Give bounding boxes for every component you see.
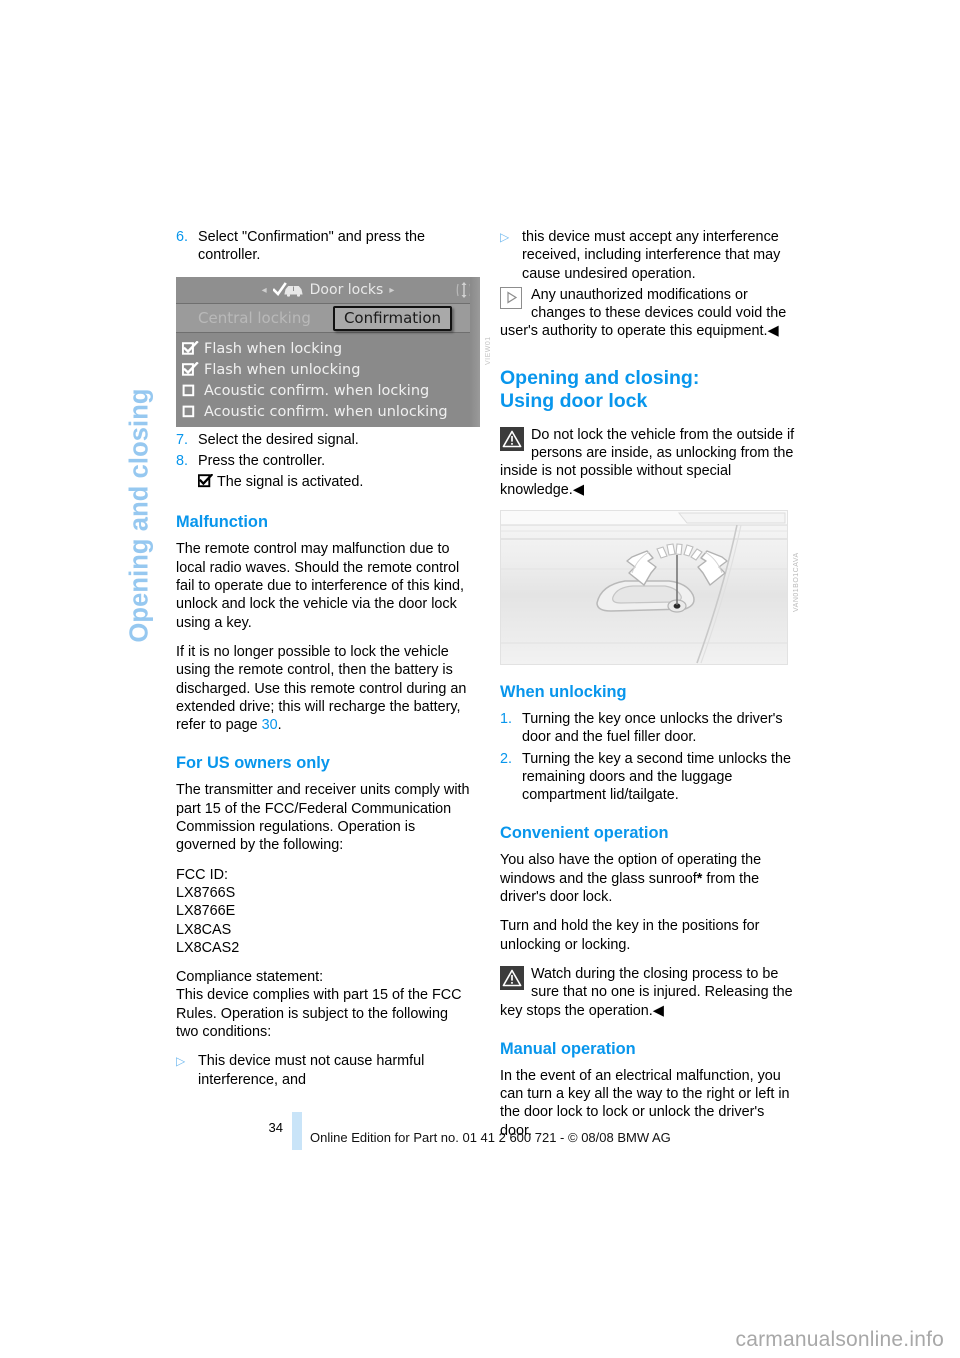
unlock-step-2-number: 2. — [500, 750, 513, 767]
warning-text: Watch during the closing process to be s… — [500, 965, 793, 1019]
page-reference-link[interactable]: 30 — [262, 717, 278, 733]
convenient-operation-paragraph-1: You also have the option of operating th… — [500, 851, 798, 906]
fcc-id-3: LX8CAS — [176, 921, 232, 938]
idrive-list-item-label: Acoustic confirm. when locking — [204, 382, 430, 399]
idrive-title-text: Door locks — [309, 282, 384, 298]
note-text: Any unauthorized modifications or change… — [500, 286, 787, 340]
car-lock-icon — [272, 282, 303, 298]
checkbox-checked-icon[interactable] — [182, 341, 200, 356]
step-8-result: The signal is activated. — [197, 473, 474, 493]
step-8-number: 8. — [176, 452, 189, 469]
note-endmark: ◀ — [767, 323, 779, 340]
compliance-bullet-2: ▷ this device must accept any interferen… — [500, 228, 798, 283]
step-6: 6. Select "Confirmation" and press the c… — [176, 228, 474, 265]
heading-line-2: Using door lock — [500, 390, 648, 413]
idrive-list-item-label: Acoustic confirm. when unlocking — [204, 403, 448, 420]
idrive-scroll-edge — [470, 277, 480, 427]
convenient-operation-paragraph-2: Turn and hold the key in the positions f… — [500, 918, 760, 953]
page-footer: 34 Online Edition for Part no. 01 41 2 6… — [176, 1112, 796, 1152]
door-lock-image-caption: VAN01BO1CAVA — [793, 552, 800, 612]
unlock-step-2: 2. Turning the key a second time unlocks… — [500, 750, 798, 805]
warning-endmark: ◀ — [572, 481, 584, 498]
checkbox-checked-icon — [197, 473, 214, 493]
checkbox-checked-icon[interactable] — [182, 362, 200, 377]
unlock-step-2-text: Turning the key a second time unlocks th… — [522, 750, 792, 804]
idrive-list-item[interactable]: Flash when unlocking — [182, 359, 480, 380]
fcc-id-1: LX8766S — [176, 884, 236, 901]
footer-accent-bar — [292, 1112, 302, 1150]
door-lock-illustration — [500, 510, 788, 665]
malfunction-paragraph-1: The remote control may malfunction due t… — [176, 541, 464, 631]
compliance-bullet-1-text: This device must not cause harmful inter… — [198, 1053, 425, 1088]
idrive-titlebar: ◂ Door locks ▸ — [176, 277, 480, 304]
warning-do-not-lock-vehicle: Do not lock the vehicle from the outside… — [500, 426, 798, 499]
chapter-tab: Opening and closing — [118, 228, 162, 648]
idrive-list-item[interactable]: Flash when locking — [182, 338, 480, 359]
right-column: ▷ this device must accept any interferen… — [500, 228, 798, 1151]
idrive-list-item-label: Flash when locking — [204, 340, 343, 357]
idrive-image-caption: VIEW01 — [485, 336, 492, 365]
triangle-bullet-icon: ▷ — [500, 230, 510, 244]
compliance-bullet-1: ▷ This device must not cause harmful int… — [176, 1052, 474, 1089]
heading-manual-operation: Manual operation — [500, 1039, 636, 1058]
checkbox-unchecked-icon[interactable] — [182, 404, 200, 419]
step-8-text: Press the controller. — [198, 452, 326, 469]
note-unauthorized-modifications: Any unauthorized modifications or change… — [500, 286, 798, 341]
note-triangle-icon — [500, 286, 524, 311]
step-7-text: Select the desired signal. — [198, 431, 359, 448]
fcc-id-4: LX8CAS2 — [176, 939, 240, 956]
idrive-list-item-label: Flash when unlocking — [204, 361, 361, 378]
malfunction-paragraph-2: If it is no longer possible to lock the … — [176, 643, 474, 734]
fcc-id-label: FCC ID: — [176, 866, 228, 883]
manual-page: Opening and closing 6. Select "Confirmat… — [0, 0, 960, 1358]
chapter-title: Opening and closing — [125, 388, 154, 643]
compliance-statement-label: Compliance statement: — [176, 969, 324, 986]
warning-text: Do not lock the vehicle from the outside… — [500, 426, 795, 498]
fcc-id-2: LX8766E — [176, 903, 236, 920]
warning-watch-during-closing: Watch during the closing process to be s… — [500, 965, 798, 1020]
warning-triangle-icon — [500, 426, 524, 451]
idrive-tab-confirmation[interactable]: Confirmation — [332, 306, 452, 331]
idrive-screenshot: ◂ Door locks ▸ Central locking Confirmat… — [176, 277, 480, 427]
compliance-bullet-2-text: this device must accept any interference… — [522, 229, 781, 282]
triangle-bullet-icon: ▷ — [176, 1054, 186, 1069]
step-8-result-text: The signal is activated. — [217, 474, 364, 491]
malfunction-p2-a: If it is no longer possible to lock the … — [176, 643, 467, 734]
page-number: 34 — [268, 1120, 283, 1135]
site-watermark: carmanualsonline.info — [735, 1328, 944, 1351]
heading-line-1: Opening and closing: — [500, 366, 700, 389]
chevron-right-icon[interactable]: ▸ — [389, 285, 394, 296]
heading-opening-and-closing-using-door-lock: Opening and closing: Using door lock — [500, 367, 798, 414]
compliance-statement-text: This device complies with part 15 of the… — [176, 987, 462, 1041]
heading-malfunction: Malfunction — [176, 513, 268, 532]
warning-endmark: ◀ — [652, 1002, 664, 1019]
step-7-number: 7. — [176, 431, 189, 448]
step-7: 7. Select the desired signal. — [176, 431, 474, 449]
malfunction-p2-b: . — [277, 717, 282, 734]
idrive-tabbar: Central locking Confirmation — [176, 304, 480, 333]
checkbox-unchecked-icon[interactable] — [182, 383, 200, 398]
warning-triangle-icon — [500, 965, 524, 990]
step-6-number: 6. — [176, 229, 189, 245]
footer-credit: Online Edition for Part no. 01 41 2 600 … — [310, 1130, 671, 1145]
chevron-left-icon[interactable]: ◂ — [262, 285, 267, 296]
us-owners-paragraph: The transmitter and receiver units compl… — [176, 782, 470, 854]
idrive-option-list: Flash when locking Flash when unlocking — [176, 333, 480, 422]
heading-when-unlocking: When unlocking — [500, 682, 627, 701]
step-8: 8. Press the controller. — [176, 452, 474, 470]
idrive-tab-central-locking[interactable]: Central locking — [198, 309, 311, 327]
idrive-list-item[interactable]: Acoustic confirm. when locking — [182, 380, 480, 401]
heading-for-us-owners-only: For US owners only — [176, 754, 330, 773]
heading-convenient-operation: Convenient operation — [500, 824, 669, 843]
unlock-step-1: 1. Turning the key once unlocks the driv… — [500, 710, 798, 747]
unlock-step-1-number: 1. — [500, 710, 513, 727]
unlock-step-1-text: Turning the key once unlocks the driver'… — [522, 710, 783, 746]
step-6-text: Select "Confirmation" and press the cont… — [198, 229, 425, 264]
idrive-list-item[interactable]: Acoustic confirm. when unlocking — [182, 401, 480, 422]
